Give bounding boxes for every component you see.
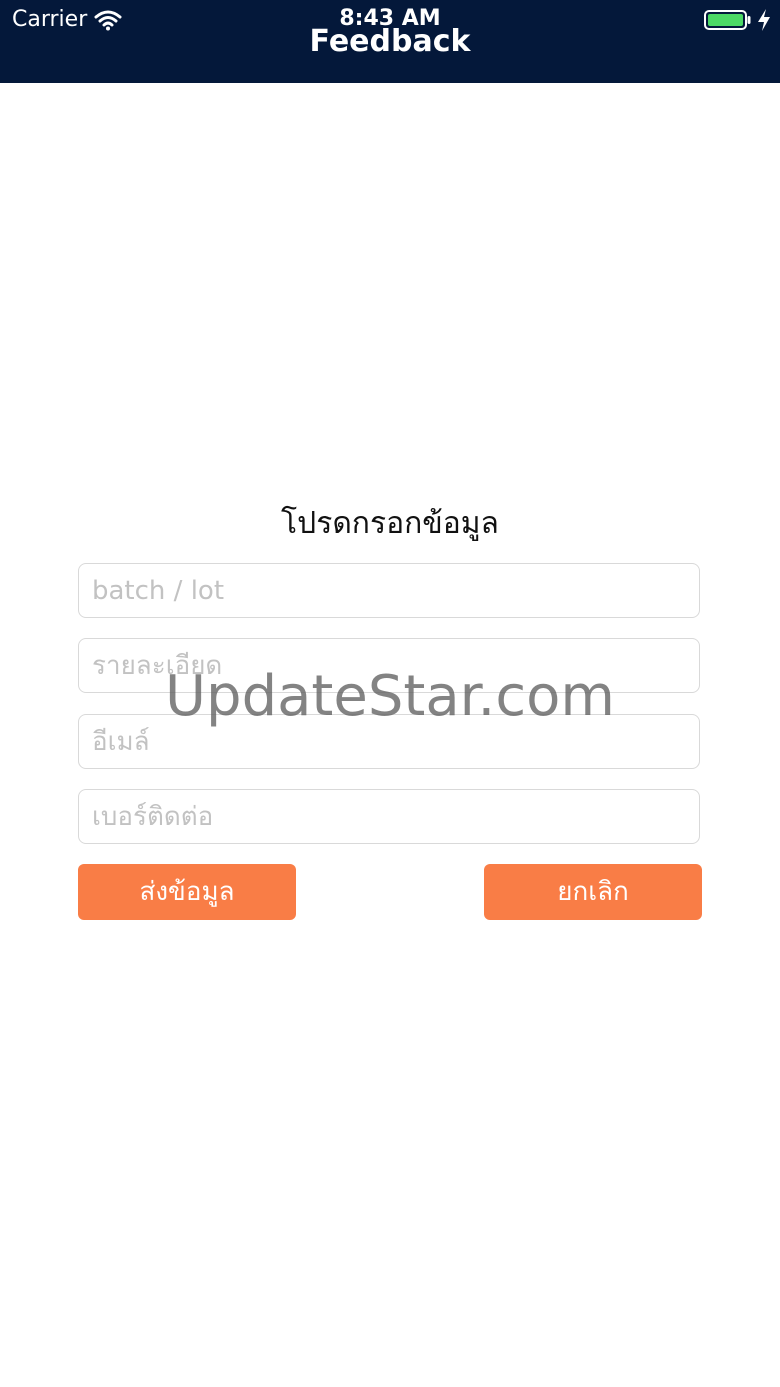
charging-bolt-icon <box>758 9 770 31</box>
battery-icon <box>704 10 751 30</box>
page-title: Feedback <box>309 24 471 59</box>
batch-lot-input[interactable] <box>78 563 700 618</box>
navigation-header: Carrier 8:43 AM Feedback <box>0 0 780 83</box>
email-input[interactable] <box>78 714 700 769</box>
cancel-button[interactable]: ยกเลิก <box>484 864 702 920</box>
submit-button[interactable]: ส่งข้อมูล <box>78 864 296 920</box>
form-title: โปรดกรอกข้อมูล <box>281 506 499 541</box>
details-input[interactable] <box>78 638 700 693</box>
phone-input[interactable] <box>78 789 700 844</box>
